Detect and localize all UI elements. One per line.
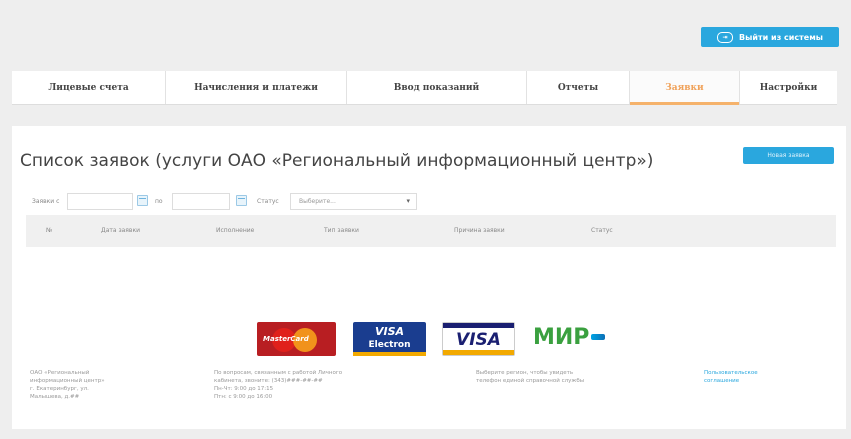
footer-support: По вопросам, связанным с работой Личного… — [214, 369, 342, 401]
column-execution: Исполнение — [216, 227, 255, 234]
main-nav: Лицевые счета Начисления и платежи Ввод … — [12, 71, 837, 105]
date-from-input[interactable] — [67, 193, 133, 210]
tab-settings[interactable]: Настройки — [740, 71, 837, 104]
mastercard-text: MasterCard — [263, 335, 309, 343]
visa-electron-top: VISA — [374, 325, 405, 338]
mastercard-logo: MasterCard — [257, 322, 336, 356]
calendar-icon[interactable] — [137, 195, 148, 206]
tab-label: Начисления и платежи — [194, 82, 318, 93]
footer-company: ОАО «Региональный информационный центр» … — [30, 369, 105, 401]
filter-bar: Заявки с по Статус Выберите... ▾ — [32, 193, 512, 210]
footer-line: Птн: с 9:00 до 16:00 — [214, 394, 273, 400]
page-title: Список заявок (услуги ОАО «Региональный … — [20, 151, 654, 171]
footer-line: Выберите регион, чтобы увидеть — [476, 370, 574, 376]
tab-label: Заявки — [665, 82, 704, 93]
logout-button[interactable]: ⇥ Выйти из системы — [701, 27, 839, 47]
date-to-label: по — [155, 198, 163, 205]
footer-line: Малышева, д.## — [30, 394, 80, 400]
logout-icon: ⇥ — [717, 31, 734, 43]
user-agreement-link[interactable]: соглашение — [704, 377, 758, 385]
footer-region: Выберите регион, чтобы увидеть телефон е… — [476, 369, 584, 385]
column-status: Статус — [591, 227, 613, 234]
mir-logo: МИР — [531, 322, 611, 356]
footer-line: Пн-Чт: 9:00 до 17:15 — [214, 386, 274, 392]
column-date: Дата заявки — [101, 227, 140, 234]
footer-links: Пользовательское соглашение — [704, 369, 758, 385]
tab-label: Лицевые счета — [48, 82, 129, 93]
user-agreement-link[interactable]: Пользовательское — [704, 369, 758, 377]
footer-line: кабинета, звоните: (343)###-##-## — [214, 378, 323, 384]
date-from-label: Заявки с — [32, 198, 60, 205]
tab-label: Настройки — [759, 82, 818, 93]
logout-label: Выйти из системы — [739, 32, 823, 42]
tab-requests[interactable]: Заявки — [630, 71, 740, 105]
footer-line: г. Екатеринбург, ул. — [30, 386, 89, 392]
footer-line: По вопросам, связанным с работой Личного — [214, 370, 343, 376]
column-reason: Причина заявки — [454, 227, 505, 234]
new-request-button[interactable]: Новая заявка — [743, 147, 834, 164]
chevron-down-icon: ▾ — [406, 197, 410, 205]
status-label: Статус — [257, 198, 279, 205]
visa-logo: VISA — [442, 322, 515, 356]
tab-accounts[interactable]: Лицевые счета — [12, 71, 166, 104]
footer-line: телефон единой справочной службы — [476, 378, 585, 384]
table-header: № Дата заявки Исполнение Тип заявки Прич… — [26, 215, 836, 247]
tab-charges[interactable]: Начисления и платежи — [166, 71, 347, 104]
requests-panel: Список заявок (услуги ОАО «Региональный … — [12, 126, 846, 429]
tab-meter-readings[interactable]: Ввод показаний — [347, 71, 527, 104]
tab-label: Ввод показаний — [393, 82, 480, 93]
visa-electron-logo: VISA Electron — [353, 322, 426, 356]
footer-line: ОАО «Региональный — [30, 370, 90, 376]
visa-text: VISA — [456, 330, 501, 350]
footer: ОАО «Региональный информационный центр» … — [12, 369, 846, 429]
payment-logos: MasterCard VISA Electron VISA МИР — [257, 322, 617, 356]
visa-electron-bottom: Electron — [368, 340, 411, 350]
footer-line: информационный центр» — [30, 378, 105, 384]
calendar-icon[interactable] — [236, 195, 247, 206]
tab-label: Отчеты — [557, 82, 599, 93]
column-number: № — [46, 227, 53, 234]
status-select-value: Выберите... — [299, 198, 336, 205]
status-select[interactable]: Выберите... ▾ — [290, 193, 417, 210]
tab-reports[interactable]: Отчеты — [527, 71, 630, 104]
column-type: Тип заявки — [324, 227, 359, 234]
mir-text: МИР — [533, 325, 590, 350]
date-to-input[interactable] — [172, 193, 230, 210]
